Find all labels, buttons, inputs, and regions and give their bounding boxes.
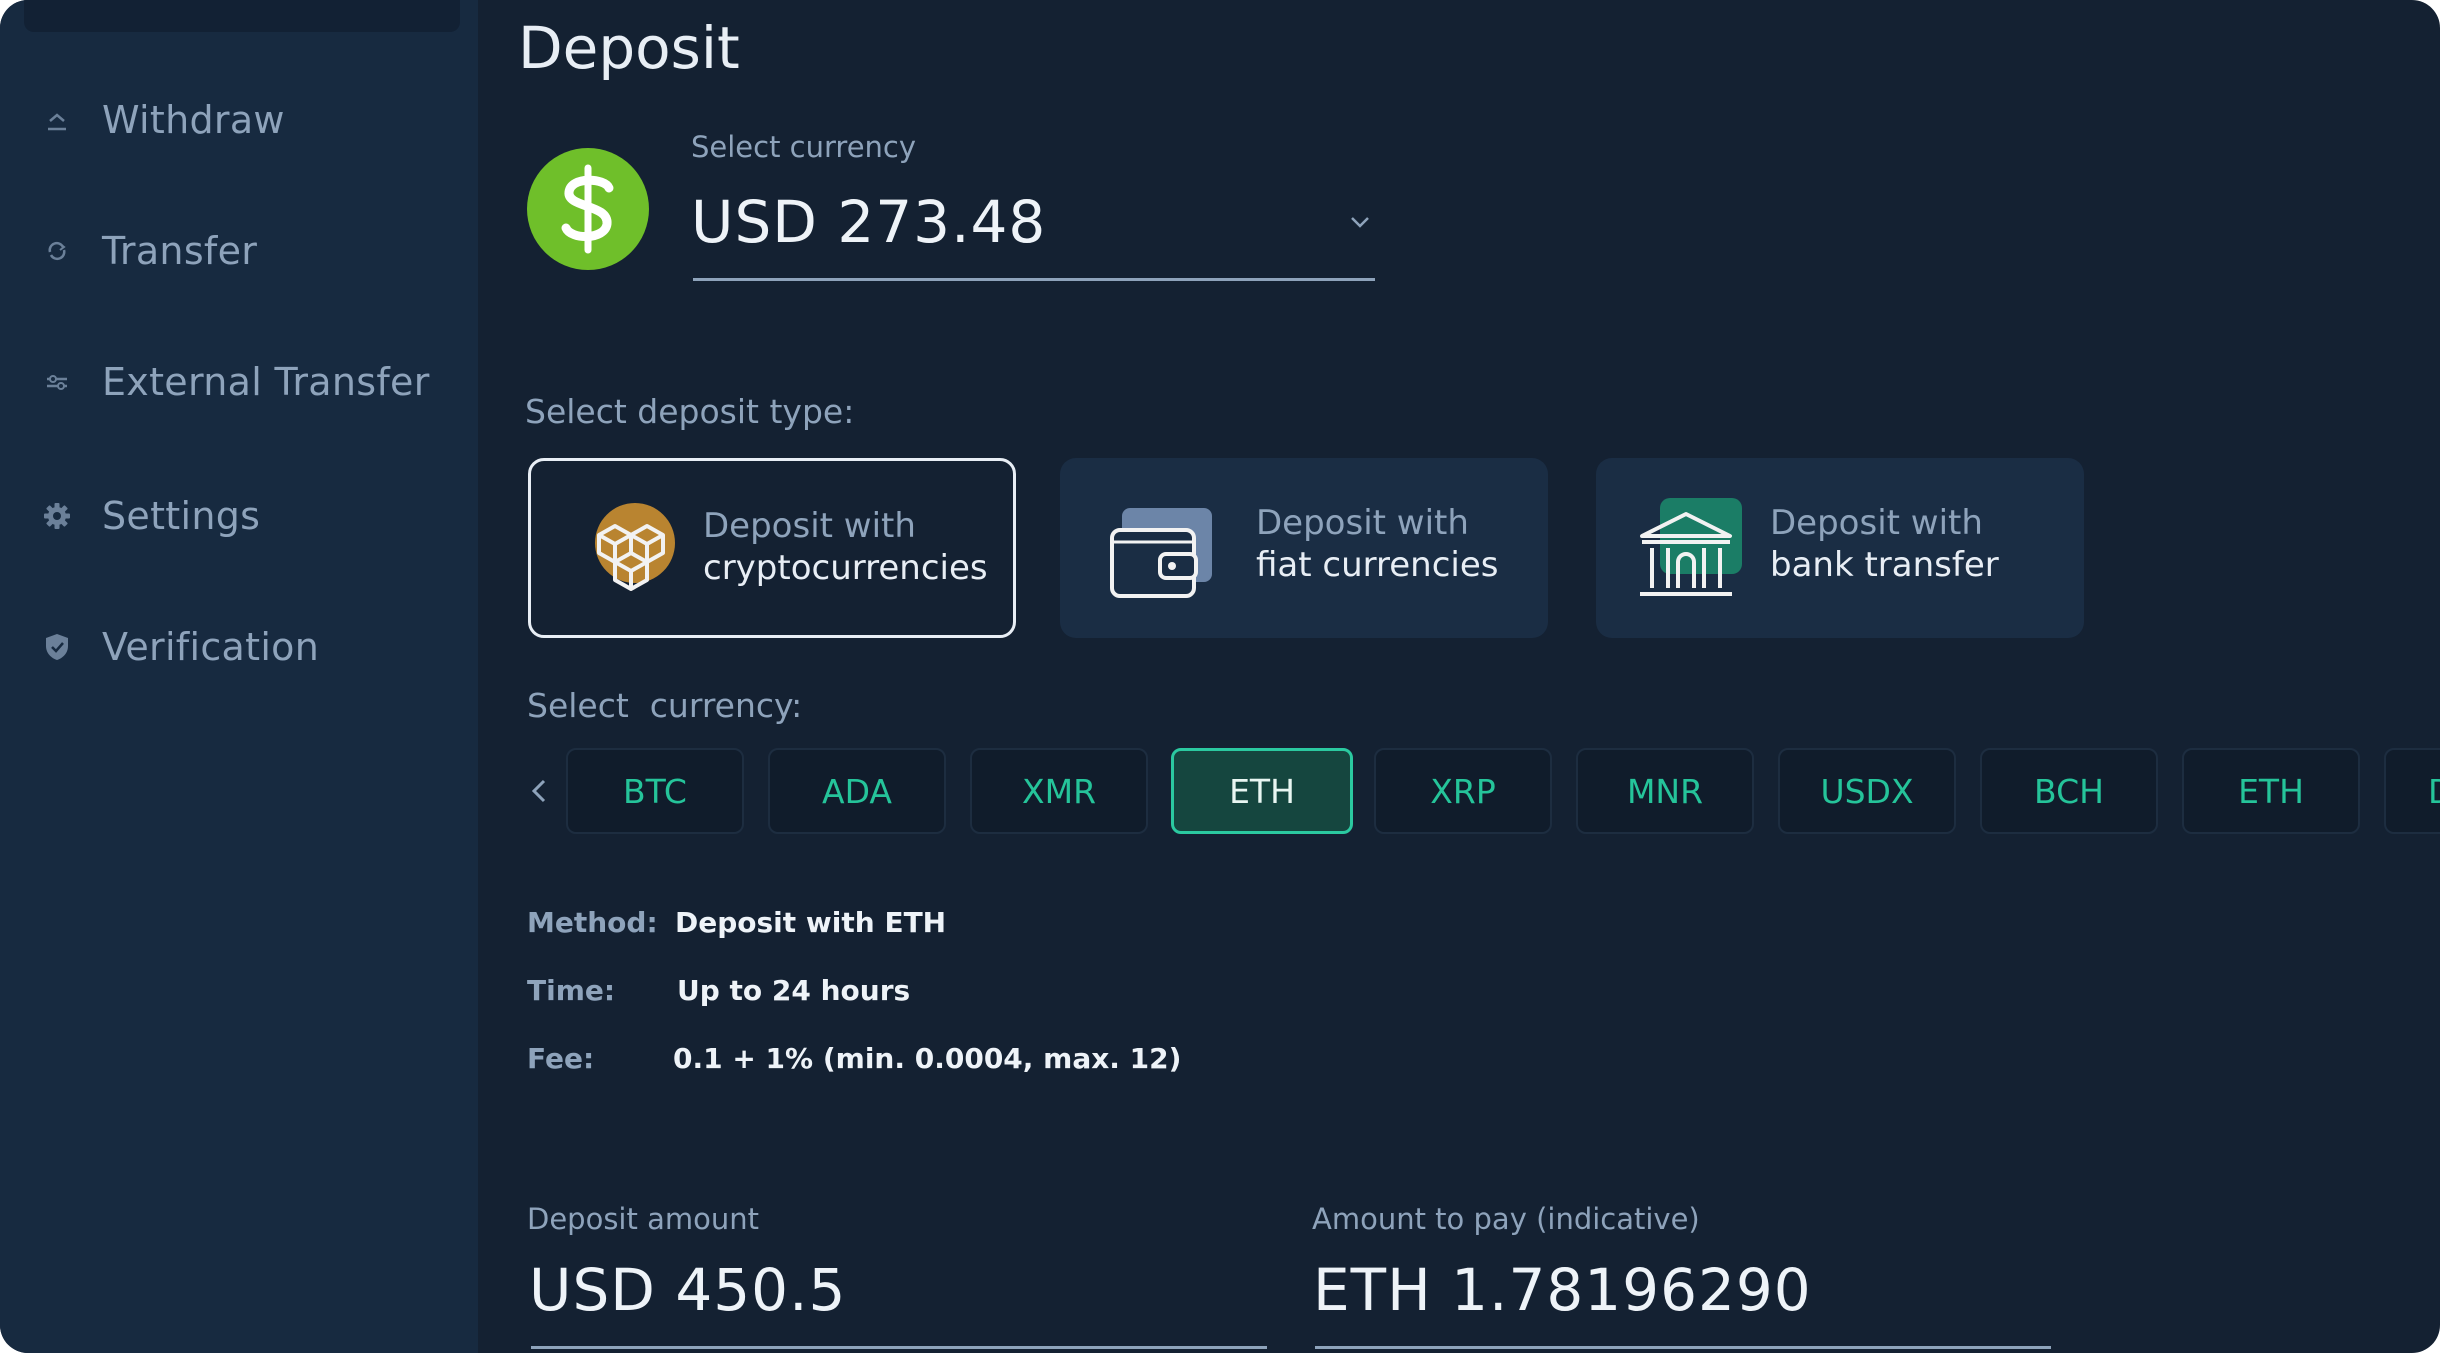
gear-icon <box>42 501 72 531</box>
amount-to-pay-value: ETH 1.78196290 <box>1313 1256 1812 1324</box>
method-key: Method: <box>527 906 658 939</box>
deposit-amount-input[interactable]: USD 450.5 <box>529 1256 846 1324</box>
sidebar-item-partial[interactable] <box>24 0 460 32</box>
amount-to-pay-label: Amount to pay (indicative) <box>1312 1202 1700 1236</box>
sidebar-item-transfer[interactable]: Transfer <box>0 211 478 291</box>
deposit-type-line2: cryptocurrencies <box>703 548 988 588</box>
select-underline <box>693 278 1375 281</box>
deposit-amount-label: Deposit amount <box>527 1202 759 1236</box>
sidebar-item-label: Verification <box>102 625 320 669</box>
time-key: Time: <box>527 974 616 1007</box>
sidebar-item-label: Settings <box>102 494 261 538</box>
sidebar-item-settings[interactable]: Settings <box>0 476 478 556</box>
sidebar-item-label: Withdraw <box>102 98 285 142</box>
currency-chip-mnr[interactable]: MNR <box>1576 748 1754 834</box>
fee-value: 0.1 + 1% (min. 0.0004, max. 12) <box>673 1042 1182 1075</box>
fee-key: Fee: <box>527 1042 595 1075</box>
currency-select-value[interactable]: USD 273.48 <box>691 188 1046 256</box>
amount-to-pay-underline <box>1315 1346 2051 1349</box>
sidebar-item-label: External Transfer <box>102 360 430 404</box>
deposit-type-crypto[interactable]: Deposit with cryptocurrencies <box>528 458 1016 638</box>
currency-chip-eth-2[interactable]: ETH <box>2182 748 2360 834</box>
currency-chip-eth[interactable]: ETH <box>1171 748 1353 834</box>
deposit-type-line2: bank transfer <box>1770 545 1999 585</box>
deposit-type-fiat[interactable]: Deposit with fiat currencies <box>1060 458 1548 638</box>
withdraw-icon <box>42 105 72 135</box>
currency-chip-partial[interactable]: D <box>2384 748 2440 834</box>
deposit-type-line1: Deposit with <box>1256 503 1469 543</box>
currency-chip-btc[interactable]: BTC <box>566 748 744 834</box>
currency-chip-usdx[interactable]: USDX <box>1778 748 1956 834</box>
time-value: Up to 24 hours <box>677 974 911 1007</box>
dollar-coin-icon <box>527 148 649 270</box>
currency-list-label: Select currency: <box>527 686 803 725</box>
page-title: Deposit <box>518 14 740 82</box>
app-window: Withdraw Transfer External Transfer Sett… <box>0 0 2440 1353</box>
deposit-type-line1: Deposit with <box>1770 503 1983 543</box>
shield-icon <box>42 632 72 662</box>
deposit-type-label: Select deposit type: <box>525 392 855 431</box>
currency-select-label: Select currency <box>691 130 917 164</box>
sidebar-item-withdraw[interactable]: Withdraw <box>0 80 478 160</box>
sidebar-item-external-transfer[interactable]: External Transfer <box>0 342 478 422</box>
crypto-cubes-icon <box>569 499 679 609</box>
chevron-down-icon[interactable] <box>1348 214 1372 234</box>
bank-icon <box>1634 496 1744 606</box>
sidebar: Withdraw Transfer External Transfer Sett… <box>0 0 478 1353</box>
deposit-type-line2: fiat currencies <box>1256 545 1499 585</box>
currency-chip-xrp[interactable]: XRP <box>1374 748 1552 834</box>
main-content: Deposit Select currency USD 273.48 Selec… <box>478 0 2440 1353</box>
method-value: Deposit with ETH <box>675 906 947 939</box>
sidebar-item-label: Transfer <box>102 229 258 273</box>
transfer-icon <box>42 236 72 266</box>
chevron-left-icon[interactable] <box>524 776 554 806</box>
deposit-type-bank[interactable]: Deposit with bank transfer <box>1596 458 2084 638</box>
currency-chip-bch[interactable]: BCH <box>1980 748 2158 834</box>
currency-chip-xmr[interactable]: XMR <box>970 748 1148 834</box>
wallet-icon <box>1098 496 1212 606</box>
deposit-amount-underline <box>531 1346 1267 1349</box>
deposit-type-line1: Deposit with <box>703 506 916 546</box>
sidebar-item-verification[interactable]: Verification <box>0 607 478 687</box>
external-transfer-icon <box>42 367 72 397</box>
currency-chip-ada[interactable]: ADA <box>768 748 946 834</box>
